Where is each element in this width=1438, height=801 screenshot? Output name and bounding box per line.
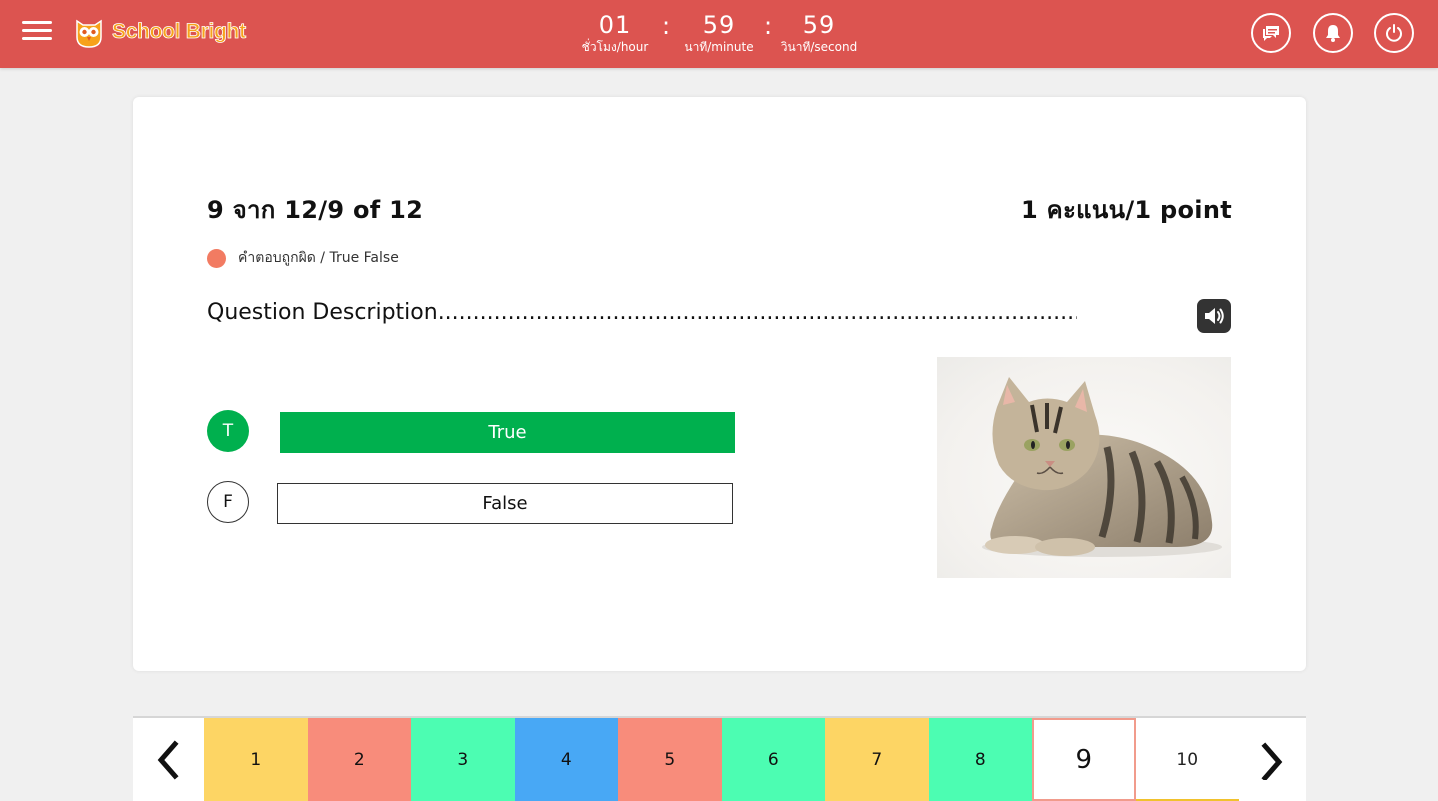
timer-seconds-unit: วินาที/second [780,40,858,54]
power-icon [1386,24,1402,42]
bell-icon [1326,25,1340,42]
kitten-photo [982,377,1222,557]
chevron-right-icon [1261,741,1283,780]
question-tile-6[interactable]: 6 [721,718,825,801]
timer-seconds: 59 วินาที/second [778,10,860,60]
logout-button[interactable] [1374,13,1414,53]
question-counter: 9 จาก 12/9 of 12 [207,196,424,224]
timer-minutes-unit: นาที/minute [684,40,754,54]
chat-icon [1263,26,1279,41]
timer-hours-unit: ชั่วโมง/hour [581,40,649,54]
hamburger-menu-icon[interactable] [22,21,52,43]
timer-minutes-value: 59 [702,11,736,39]
question-tile-2[interactable]: 2 [307,718,411,801]
timer-minutes: 59 นาที/minute [681,10,757,60]
chat-button[interactable] [1251,13,1291,53]
question-navigator: 1 2 3 4 5 6 7 8 9 10 [133,716,1306,801]
owl-logo-icon [76,19,102,48]
speaker-icon [1205,308,1224,324]
question-description: Question Description....................… [207,300,1077,325]
top-bar: School Bright 01 ชั่วโมง/hour : 59 นาที/… [0,0,1438,68]
notifications-button[interactable] [1313,13,1353,53]
choice-false-button[interactable]: False [277,483,733,524]
choice-false-badge[interactable]: F [207,481,249,523]
school-bright-logo[interactable]: School Bright [72,14,246,50]
question-tile-10[interactable]: 10 [1135,718,1239,801]
choice-true-button[interactable]: True [280,412,735,453]
timer-hours: 01 ชั่วโมง/hour [577,10,653,60]
timer-seconds-value: 59 [802,11,836,39]
question-tile-1[interactable]: 1 [204,718,308,801]
question-tile-5[interactable]: 5 [618,718,722,801]
timer-separator: : [662,12,671,40]
question-type-dot [207,248,226,268]
choice-true-badge[interactable]: T [207,410,249,452]
question-image [937,357,1231,578]
timer-separator: : [764,12,773,40]
chevron-left-icon [157,739,179,780]
timer-hours-value: 01 [598,11,632,39]
question-tile-7[interactable]: 7 [825,718,929,801]
question-type: คำตอบถูกผิด / True False [207,247,399,269]
question-tile-4[interactable]: 4 [514,718,618,801]
question-points: 1 คะแนน/1 point [1020,196,1232,224]
next-question-button[interactable] [1237,718,1307,801]
read-aloud-button[interactable] [1197,299,1231,333]
question-tile-9[interactable]: 9 [1032,718,1136,801]
question-type-label: คำตอบถูกผิด / True False [238,250,399,266]
question-card: 9 จาก 12/9 of 12 1 คะแนน/1 point คำตอบถู… [133,97,1306,671]
question-tile-3[interactable]: 3 [411,718,515,801]
previous-question-button[interactable] [133,718,203,801]
question-tile-8[interactable]: 8 [928,718,1032,801]
brand-name: School Bright [112,20,247,44]
